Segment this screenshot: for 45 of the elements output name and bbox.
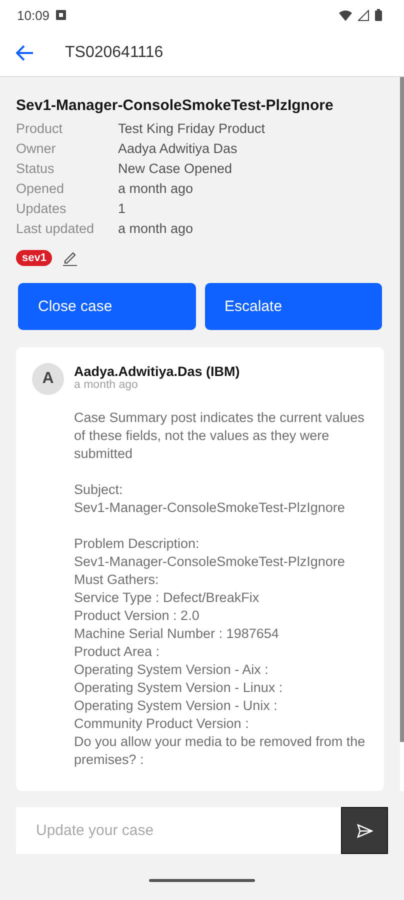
post-text: Do you allow your media to be removed from the premises? : [74, 733, 366, 769]
post-text: Operating System Version - Linux : [74, 679, 284, 697]
field-label: Status [16, 160, 56, 178]
action-button[interactable]: Escalate [204, 283, 382, 330]
post-text: Community Product Version : [74, 715, 250, 733]
field-label: Product [16, 120, 64, 138]
post-text: Sev1-Manager-ConsoleSmokeTest-PlzIgnore [74, 553, 346, 571]
post-text: Service Type : Defect/BreakFix [74, 589, 260, 607]
post-text: Product Area : [74, 643, 161, 661]
avatar: A [32, 363, 64, 395]
post-text: Operating System Version - Aix : [74, 661, 270, 679]
post-text: Subject: [74, 481, 124, 499]
field-value: a month ago [118, 220, 194, 238]
post-text: Machine Serial Number : 1987654 [74, 625, 280, 643]
wifi-icon [339, 10, 352, 20]
notification-icon [56, 10, 66, 20]
post-time: a month ago [74, 379, 139, 391]
post-text: Product Version : 2.0 [74, 607, 200, 625]
case-title: Sev1-Manager-ConsoleSmokeTest-PlzIgnore [16, 97, 334, 114]
action-button[interactable]: Close case [18, 283, 196, 330]
field-value: 1 [118, 200, 127, 218]
case-number: TS020641116 [65, 44, 164, 62]
send-icon [356, 824, 372, 838]
send-button[interactable] [341, 807, 388, 854]
edit-icon[interactable] [62, 250, 78, 266]
field-value: a month ago [118, 180, 194, 198]
post-text: Case Summary post indicates the current values of these fields, not the values as they were submitted [74, 409, 366, 463]
post-author: Aadya.Adwitiya.Das (IBM) [74, 364, 241, 379]
field-label: Owner [16, 140, 57, 158]
field-label: Opened [16, 180, 66, 198]
field-value: Aadya Adwitiya Das [118, 140, 238, 158]
severity-tag: sev1 [16, 250, 52, 266]
field-value: Test King Friday Product [118, 120, 266, 138]
post-text: Sev1-Manager-ConsoleSmokeTest-PlzIgnore [74, 499, 346, 517]
field-label: Updates [16, 200, 68, 218]
update-field[interactable]: Update your case [16, 807, 341, 854]
post-text: Must Gathers: [74, 571, 160, 589]
battery-icon [375, 9, 382, 21]
field-label: Last updated [16, 220, 96, 238]
post-text: Operating System Version - Unix : [74, 697, 278, 715]
field-value: New Case Opened [118, 160, 234, 178]
signal-icon [358, 10, 369, 20]
back-icon[interactable] [16, 45, 34, 61]
status-time: 10:09 [17, 8, 50, 22]
post-text: Problem Description: [74, 535, 200, 553]
